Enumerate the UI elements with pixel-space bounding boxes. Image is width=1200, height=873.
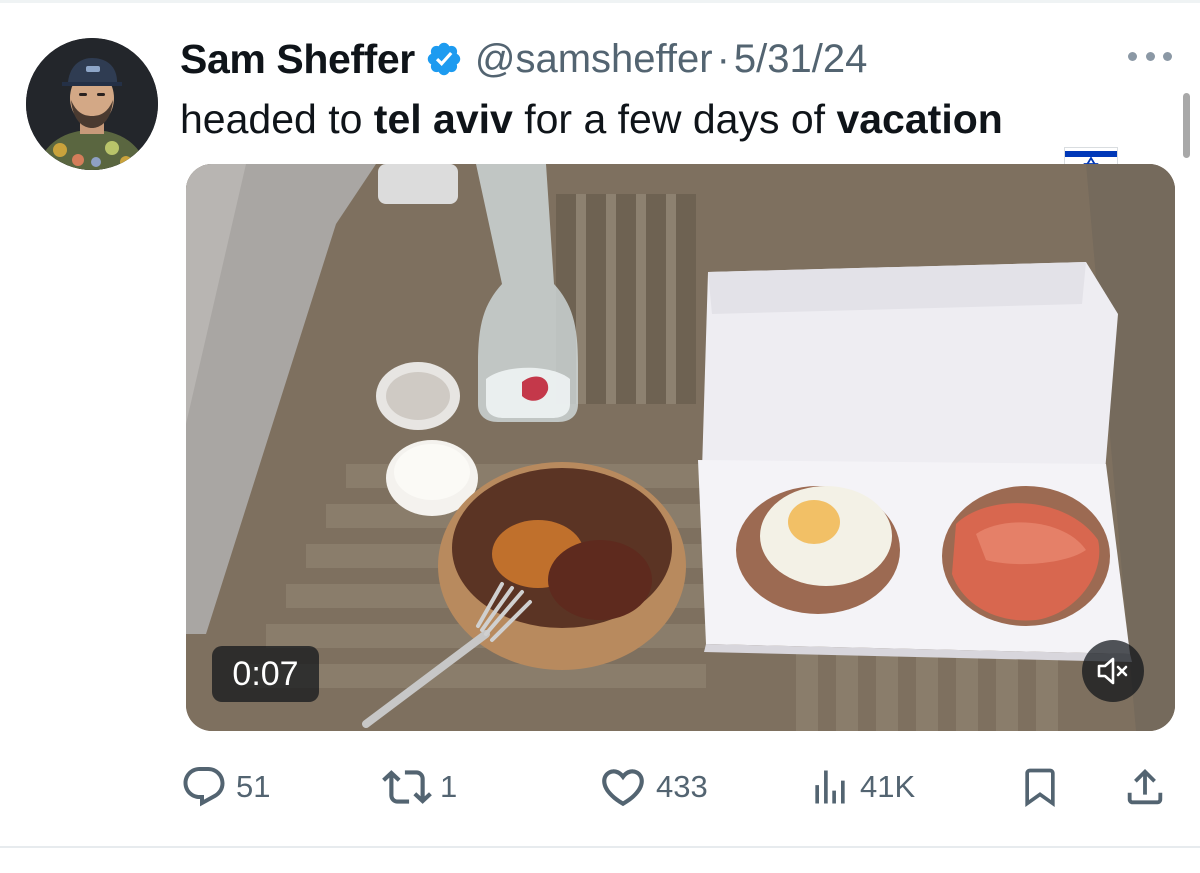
tweet-text-part: for a few days of [512,95,837,142]
reply-count: 51 [236,769,271,804]
repost-count: 1 [440,769,458,804]
speech-bubble-icon [183,767,225,807]
video-timecode: 0:07 [212,646,319,702]
share-upload-icon [1127,768,1163,805]
video-frame [186,164,1175,731]
dot-separator: · [716,36,730,81]
mute-toggle-button[interactable] [1082,640,1144,702]
ellipsis-icon[interactable] [1128,44,1172,68]
heart-icon [602,769,644,807]
israel-flag-emoji-icon [1019,100,1119,185]
bottom-divider [0,846,1200,848]
top-divider [0,0,1200,3]
avatar[interactable] [26,38,158,170]
repost-button[interactable]: 1 [382,760,457,814]
verified-badge-icon [425,40,463,78]
tweet-date[interactable]: 5/31/24 [734,37,867,82]
tweet-text-bold: tel aviv [373,95,513,142]
author-display-name[interactable]: Sam Sheffer [180,36,415,83]
author-handle[interactable]: @samsheffer [475,37,713,82]
page-scrollbar[interactable] [1183,93,1190,158]
avatar-image [26,38,158,170]
bookmark-button[interactable] [1018,760,1062,814]
speaker-muted-icon [1097,657,1128,685]
like-count: 433 [656,769,708,804]
tweet-text-part: headed to [180,95,374,142]
tweet-text: headed to tel aviv for a few days of vac… [180,94,1119,185]
repost-arrows-icon [382,770,432,804]
tweet-header: Sam Sheffer @samsheffer · 5/31/24 [180,34,867,84]
reply-button[interactable]: 51 [180,760,270,814]
bar-chart-icon [815,770,845,804]
tweet-text-bold: vacation [836,95,1003,142]
tweet-video[interactable]: 0:07 [186,164,1175,731]
share-button[interactable] [1122,760,1168,814]
like-button[interactable]: 433 [598,760,708,814]
views-count: 41K [860,769,916,804]
bookmark-icon [1025,768,1055,808]
views-button[interactable]: 41K [808,760,915,814]
